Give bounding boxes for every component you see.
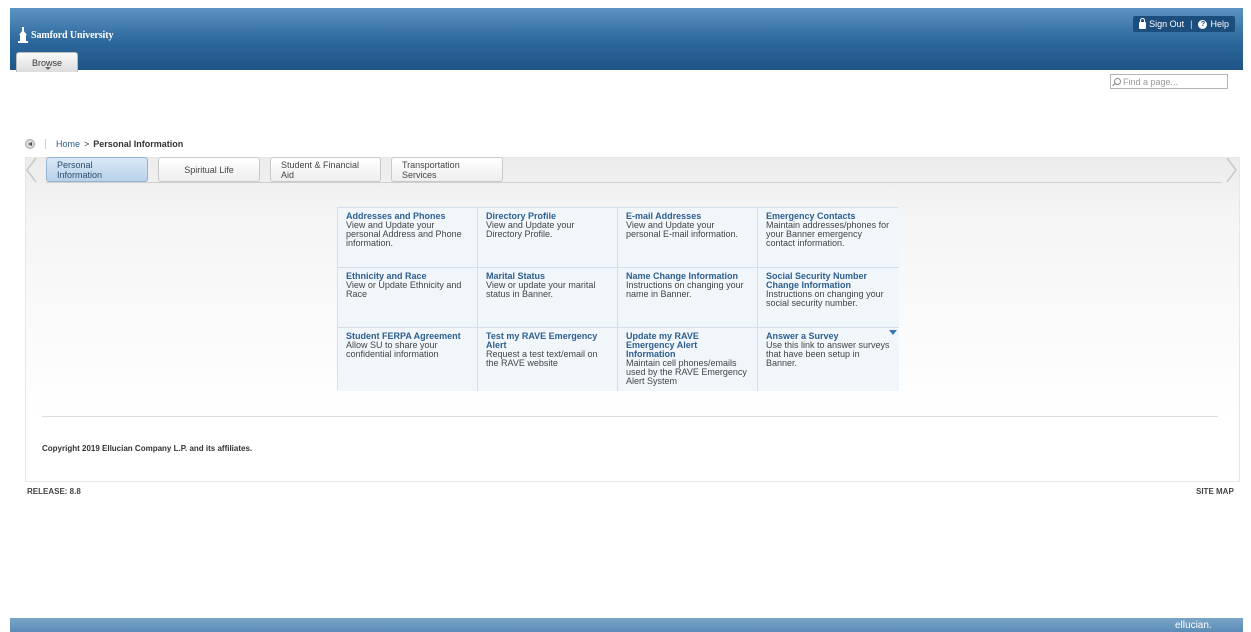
header-bar: Samford University Browse Sign Out | ? H… [10,8,1243,72]
bottom-bar [10,618,1243,632]
breadcrumb-separator: > [84,139,90,149]
footer-divider [42,416,1218,417]
search-input[interactable] [1123,76,1223,87]
divider [45,139,46,149]
link-description: Allow SU to share your confidential info… [346,340,439,359]
tab-label: Transportation Services [402,159,460,180]
breadcrumb-current: Personal Information [93,139,184,149]
link-description: View and Update your personal E-mail inf… [626,220,739,239]
link-card-update-rave-alert[interactable]: Update my RAVE Emergency Alert Informati… [618,328,758,391]
link-title[interactable]: Update my RAVE Emergency Alert Informati… [626,332,749,359]
find-page-search[interactable] [1110,74,1228,89]
link-card-directory-profile[interactable]: Directory Profile View and Update your D… [478,208,618,268]
browse-button[interactable]: Browse [16,52,78,72]
tab-transportation-services[interactable]: Transportation Services [391,157,503,182]
link-card-emergency-contacts[interactable]: Emergency Contacts Maintain addresses/ph… [758,208,899,268]
link-card-answer-a-survey[interactable]: Answer a Survey Use this link to answer … [758,328,899,391]
link-card-test-rave-alert[interactable]: Test my RAVE Emergency Alert Request a t… [478,328,618,391]
back-arrow-icon[interactable] [25,139,35,149]
release-version: RELEASE: 8.8 [27,487,81,496]
samford-logo-icon [18,27,28,43]
tab-label: Student & Financial Aid [281,159,360,180]
help-icon: ? [1198,19,1208,29]
lock-icon [1139,18,1147,29]
link-title[interactable]: Test my RAVE Emergency Alert [486,332,609,350]
breadcrumb-home-link[interactable]: Home [56,139,80,149]
link-description: View and Update your Directory Profile. [486,220,575,239]
link-description: Maintain cell phones/emails used by the … [626,358,747,386]
tab-personal-information[interactable]: Personal Information [46,157,148,182]
tab-student-financial-aid[interactable]: Student & Financial Aid [270,157,381,182]
link-description: View or Update Ethnicity and Race [346,280,462,299]
link-description: Use this link to answer surveys that hav… [766,340,890,368]
link-card-ssn-change-information[interactable]: Social Security Number Change Informatio… [758,268,899,328]
link-description: View or update your marital status in Ba… [486,280,596,299]
breadcrumb: Home > Personal Information [25,137,183,151]
link-card-ethnicity-and-race[interactable]: Ethnicity and Race View or Update Ethnic… [338,268,478,328]
sign-out-link[interactable]: Sign Out [1149,19,1184,29]
link-description: Maintain addresses/phones for your Banne… [766,220,890,248]
link-card-email-addresses[interactable]: E-mail Addresses View and Update your pe… [618,208,758,268]
site-map-link[interactable]: SITE MAP [1196,487,1234,496]
account-actions: Sign Out | ? Help [1133,16,1235,32]
ellucian-logo: ellucian. [1175,620,1212,631]
chevron-down-icon[interactable] [889,330,897,335]
tab-spiritual-life[interactable]: Spiritual Life [158,157,260,182]
link-card-marital-status[interactable]: Marital Status View or update your marit… [478,268,618,328]
link-description: Instructions on changing your name in Ba… [626,280,744,299]
link-card-name-change-information[interactable]: Name Change Information Instructions on … [618,268,758,328]
logo-text: Samford University [31,29,114,41]
category-tabs: Personal Information Spiritual Life Stud… [46,157,503,184]
scroll-left-icon[interactable] [25,157,37,183]
tab-label: Personal Information [57,159,103,180]
header: Samford University Browse Sign Out | ? H… [0,0,1251,78]
link-description: Request a test text/email on the RAVE we… [486,349,598,368]
link-card-student-ferpa-agreement[interactable]: Student FERPA Agreement Allow SU to shar… [338,328,478,391]
copyright-text: Copyright 2019 Ellucian Company L.P. and… [42,444,253,453]
personal-info-links-grid: Addresses and Phones View and Update you… [337,207,899,391]
help-link[interactable]: Help [1210,19,1229,29]
university-logo[interactable]: Samford University [17,26,113,44]
chevron-down-icon [45,67,51,70]
tab-label: Spiritual Life [184,164,234,175]
link-description: Instructions on changing your social sec… [766,289,884,308]
separator: | [1190,19,1193,29]
link-title[interactable]: Social Security Number Change Informatio… [766,272,891,290]
scroll-right-icon[interactable] [1226,157,1238,183]
search-icon [1114,78,1121,85]
link-card-addresses-and-phones[interactable]: Addresses and Phones View and Update you… [338,208,478,268]
link-description: View and Update your personal Address an… [346,220,462,248]
